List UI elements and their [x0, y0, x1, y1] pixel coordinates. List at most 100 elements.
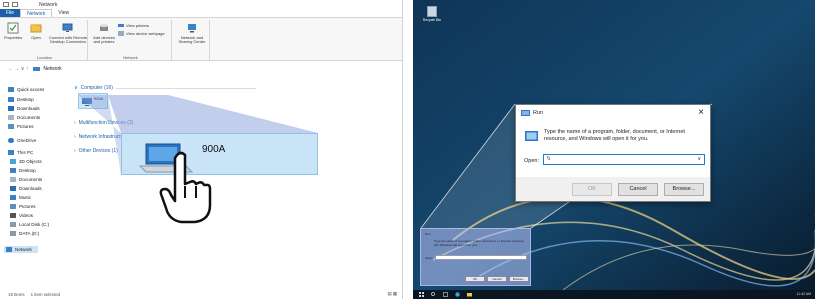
mini-browse-button: Browse... — [509, 276, 529, 282]
address-bar[interactable]: ← → ∨ ↑ Network — [0, 63, 402, 75]
recycle-bin-icon — [427, 6, 437, 17]
webpage-icon — [118, 31, 124, 36]
desktop-icon — [8, 97, 14, 102]
pictures-icon — [8, 124, 14, 129]
add-devices-button[interactable]: Add devices and printers — [92, 22, 116, 45]
file-list: ∨ Computer (16) 900A › Multifunction Dev… — [70, 82, 402, 282]
music-icon — [10, 195, 16, 200]
windows-start-icon[interactable] — [419, 292, 424, 297]
nav-item-quick-access[interactable]: Quick access — [8, 87, 44, 92]
open-folder-icon — [30, 24, 42, 33]
close-icon[interactable]: × — [698, 107, 704, 118]
drive-icon — [10, 222, 16, 227]
computer-item-small[interactable]: 900A — [78, 93, 108, 109]
task-view-icon[interactable] — [443, 292, 448, 297]
run-description: Type the name of a program, folder, docu… — [544, 129, 685, 142]
folder-icon — [12, 2, 18, 7]
run-icon — [521, 110, 530, 116]
search-icon[interactable] — [431, 292, 436, 297]
view-printers-button[interactable]: View printers — [118, 23, 149, 28]
mini-run-dialog: Run Type the name of a program, folder, … — [420, 228, 531, 286]
nav-item-documents[interactable]: Documents — [8, 115, 40, 120]
file-explorer-window: Network File Network View Properties Ope… — [0, 0, 403, 299]
open-button[interactable]: Open — [30, 22, 42, 40]
mini-cancel-button: Cancel — [487, 276, 507, 282]
nav-item-documents-pc[interactable]: Documents — [10, 177, 42, 182]
drive-icon — [10, 231, 16, 236]
download-icon — [10, 186, 16, 191]
tab-view[interactable]: View — [52, 9, 75, 17]
group-header-multifunction[interactable]: › Multifunction Devices (2) — [74, 120, 133, 126]
group-header-computer[interactable]: ∨ Computer (16) — [74, 85, 256, 91]
open-label: Open: — [524, 158, 539, 164]
ok-button[interactable]: OK — [572, 183, 612, 196]
run-open-input[interactable]: \\ ∨ — [543, 154, 705, 165]
taskbar: 11:42 AM — [413, 290, 815, 299]
cube-icon — [10, 159, 16, 164]
group-header-infrastructure[interactable]: › Network Infrastructure — [74, 134, 128, 140]
group-header-other[interactable]: › Other Devices (1) — [74, 148, 118, 154]
chevron-right-icon: › — [74, 120, 76, 126]
network-center-icon — [188, 24, 196, 33]
ribbon-group-network: Add devices and printers View printers V… — [90, 20, 172, 60]
nav-item-pictures-pc[interactable]: Pictures — [10, 204, 36, 209]
nav-item-music[interactable]: Music — [10, 195, 31, 200]
mini-ok-button: OK — [465, 276, 485, 282]
tab-file[interactable]: File — [0, 9, 21, 17]
printer-icon — [100, 24, 108, 31]
nav-item-data-drive[interactable]: DATA (D:) — [10, 231, 39, 236]
nav-item-local-disk[interactable]: Local Disk (C:) — [10, 222, 49, 227]
nav-arrows[interactable]: ← → ∨ ↑ — [8, 66, 28, 72]
item-count: 19 items — [8, 291, 25, 297]
remote-desktop-button[interactable]: Connect with Remote Desktop Connection — [48, 22, 88, 45]
remote-desktop-icon — [62, 23, 73, 32]
network-icon — [33, 66, 41, 71]
ribbon-group-label: Location — [36, 55, 53, 60]
properties-button[interactable]: Properties — [4, 22, 22, 40]
file-explorer-taskbar-icon[interactable] — [467, 292, 472, 297]
tab-network[interactable]: Network — [20, 9, 53, 17]
nav-item-this-pc[interactable]: This PC — [8, 150, 33, 155]
view-toggle-icon[interactable]: ▤ ▦ — [387, 291, 397, 297]
edge-icon[interactable] — [455, 292, 460, 297]
nav-item-3d-objects[interactable]: 3D Objects — [10, 159, 42, 164]
properties-icon — [7, 22, 19, 34]
breadcrumb-current: Network — [43, 66, 62, 72]
view-device-webpage-button[interactable]: View device webpage — [118, 31, 165, 36]
nav-item-downloads-pc[interactable]: Downloads — [10, 186, 42, 191]
view-printers-icon — [118, 24, 124, 27]
nav-item-network[interactable]: Network — [4, 246, 38, 253]
window-title: Network — [39, 1, 58, 8]
breadcrumb[interactable]: Network — [33, 66, 62, 72]
quick-access-toolbar-icon[interactable] — [3, 2, 9, 7]
ribbon-group-location: Properties Open Connect with Remote Desk… — [2, 20, 88, 60]
network-icon — [6, 247, 12, 252]
status-bar: 19 items 1 item selected ▤ ▦ — [0, 289, 402, 299]
star-icon — [8, 87, 14, 92]
documents-icon — [8, 115, 14, 120]
nav-item-desktop[interactable]: Desktop — [8, 97, 34, 102]
network-sharing-center-button[interactable]: Network and Sharing Center — [176, 22, 208, 45]
ribbon: Properties Open Connect with Remote Desk… — [0, 17, 402, 61]
desktop-icon — [10, 168, 16, 173]
chevron-down-icon[interactable]: ∨ — [697, 155, 701, 164]
divider — [115, 87, 256, 89]
run-dialog: Run × Type the name of a program, folder… — [515, 104, 711, 202]
nav-item-desktop-pc[interactable]: Desktop — [10, 168, 36, 173]
clock[interactable]: 11:42 AM — [796, 292, 811, 296]
chevron-right-icon: › — [74, 148, 76, 154]
ribbon-tabs: File Network View — [0, 9, 75, 17]
nav-item-onedrive[interactable]: OneDrive — [8, 138, 36, 143]
hand-pointer-icon — [159, 151, 212, 224]
run-titlebar: Run — [521, 110, 543, 116]
video-icon — [10, 213, 16, 218]
zoom-callout: 900A — [121, 133, 318, 175]
nav-item-videos[interactable]: Videos — [10, 213, 33, 218]
browse-button[interactable]: Browse... — [664, 183, 704, 196]
nav-item-downloads[interactable]: Downloads — [8, 106, 40, 111]
nav-item-pictures[interactable]: Pictures — [8, 124, 34, 129]
cancel-button[interactable]: Cancel — [618, 183, 658, 196]
recycle-bin-shortcut[interactable]: Recycle Bin — [419, 6, 445, 22]
chevron-right-icon: › — [74, 134, 76, 140]
navigation-pane: Quick access Desktop Downloads Documents… — [0, 82, 66, 287]
